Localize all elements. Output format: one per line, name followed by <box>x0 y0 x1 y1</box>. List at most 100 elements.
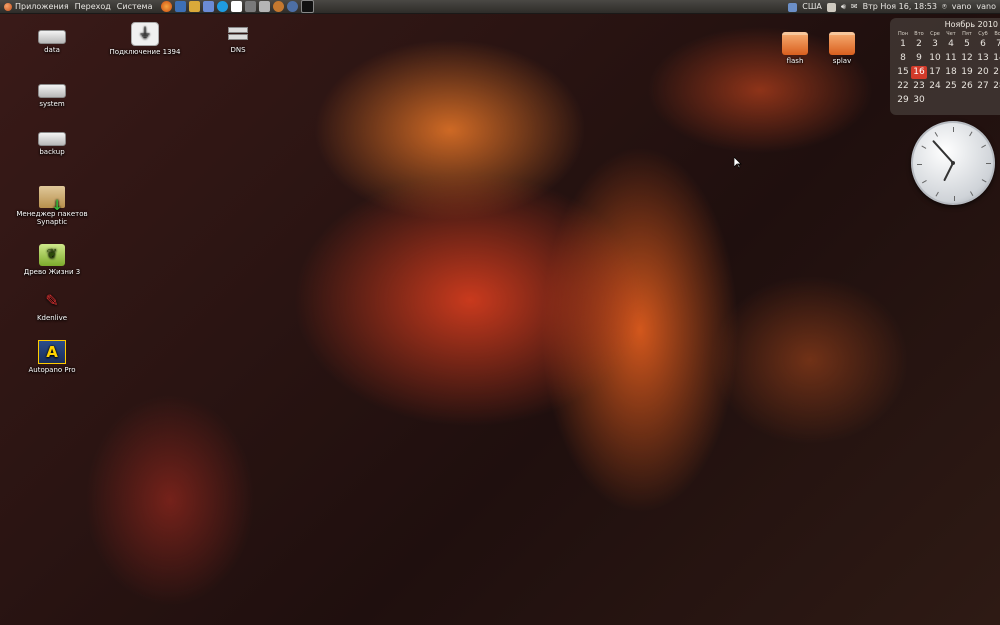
menu-system[interactable]: Система <box>114 0 156 14</box>
calendar-weekday: Пят <box>962 31 972 37</box>
calendar-day[interactable]: 12 <box>959 52 975 65</box>
display-icon[interactable] <box>788 2 798 12</box>
calendar-day[interactable]: 24 <box>927 80 943 93</box>
terminal-icon[interactable] <box>301 0 315 13</box>
ubuntu-logo-icon <box>4 2 12 11</box>
calendar-day[interactable]: 2 <box>911 38 927 51</box>
desktop-icon-label: DNS <box>230 46 246 54</box>
desktop-icon-label: Autopano Pro <box>28 366 76 374</box>
family-tree-icon: ❦ <box>39 244 65 266</box>
calendar-day[interactable]: 5 <box>959 38 975 51</box>
autopano-icon: A <box>38 340 66 364</box>
keyboard-layout[interactable]: США <box>802 0 822 14</box>
desktop-icon-label: splav <box>832 57 852 65</box>
calendar-day[interactable]: 23 <box>911 80 927 93</box>
calendar-day-today[interactable]: 16 <box>911 66 927 79</box>
panel-launchers <box>161 0 315 13</box>
calendar-day[interactable]: 19 <box>959 66 975 79</box>
user-name[interactable]: vano <box>952 0 972 14</box>
skype-icon[interactable] <box>217 1 229 12</box>
calendar-day[interactable]: 21 <box>991 66 1000 79</box>
calendar-day[interactable]: 27 <box>975 80 991 93</box>
clock-widget <box>911 121 995 205</box>
calendar-day[interactable]: 26 <box>959 80 975 93</box>
clock-tick <box>934 131 938 137</box>
calendar-day[interactable]: 13 <box>975 52 991 65</box>
desktop-icon-label: system <box>39 100 65 108</box>
desktop-icon-synaptic[interactable]: Менеджер пакетов Synaptic <box>15 186 89 226</box>
top-panel: Приложения Переход Система США 🔊︎ ✉ Втр … <box>0 0 1000 14</box>
clock-tick <box>981 144 987 148</box>
calendar-day[interactable]: 25 <box>943 80 959 93</box>
folder-icon <box>829 32 855 55</box>
host-name[interactable]: vano <box>976 0 996 14</box>
calendar-day[interactable]: 11 <box>943 52 959 65</box>
desktop-icon-splav[interactable]: splav <box>805 32 879 65</box>
desktop-icon-label: Kdenlive <box>36 314 68 322</box>
clock-tick <box>954 196 955 201</box>
document-icon[interactable] <box>231 1 243 12</box>
desktop-icon-backup[interactable]: backup <box>15 126 89 156</box>
calendar-day[interactable]: 6 <box>975 38 991 51</box>
screenshot-icon[interactable] <box>259 1 271 12</box>
calendar-day[interactable]: 28 <box>991 80 1000 93</box>
menu-places[interactable]: Переход <box>72 0 114 14</box>
desktop-icon-family-tree[interactable]: ❦ Древо Жизни 3 <box>15 244 89 276</box>
clock-tick <box>970 191 974 197</box>
clock-tick <box>921 145 927 149</box>
calendar-day[interactable]: 17 <box>927 66 943 79</box>
desktop-icon-system[interactable]: system <box>15 78 89 108</box>
drive-icon <box>38 30 66 44</box>
clock-tick <box>953 127 954 132</box>
calendar-day[interactable]: 1 <box>895 38 911 51</box>
editor-icon[interactable] <box>203 1 215 12</box>
menu-applications[interactable]: Приложения <box>0 0 72 14</box>
desktop-icon-label: Древо Жизни 3 <box>23 268 81 276</box>
thunderbird-icon[interactable] <box>175 1 187 12</box>
calendar-day[interactable]: 4 <box>943 38 959 51</box>
package-manager-icon <box>39 186 65 210</box>
calendar-day[interactable]: 30 <box>911 94 927 107</box>
desktop-icon-autopano[interactable]: A Autopano Pro <box>15 340 89 374</box>
calendar-day[interactable]: 20 <box>975 66 991 79</box>
mouse-cursor-icon <box>734 157 742 169</box>
calendar-day[interactable]: 8 <box>895 52 911 65</box>
calendar-day[interactable]: 15 <box>895 66 911 79</box>
desktop-icon-data[interactable]: data <box>15 24 89 54</box>
clock-minute-hand <box>932 140 954 164</box>
drive-icon <box>38 84 66 98</box>
desktop-icon-label: data <box>44 46 60 54</box>
calendar-widget: Ноябрь 2010 ПонВтоСреЧетПятСубВос1234567… <box>890 18 1000 115</box>
clock-datetime[interactable]: Втр Ноя 16, 18:53 <box>863 0 937 14</box>
calendar-grid: ПонВтоСреЧетПятСубВос1234567891011121314… <box>895 31 1000 107</box>
settings-icon[interactable] <box>245 1 257 12</box>
clock-hour-hand <box>943 162 954 182</box>
menu-system-label: Система <box>116 1 153 11</box>
desktop-icon-label: Подключение 1394 <box>109 48 181 56</box>
firefox-icon[interactable] <box>161 1 173 12</box>
calendar-day[interactable]: 10 <box>927 52 943 65</box>
network-status-icon[interactable] <box>826 2 836 12</box>
desktop-icon-kdenlive[interactable]: ✎ Kdenlive <box>15 290 89 323</box>
network-icon[interactable] <box>273 1 285 12</box>
calendar-day[interactable]: 3 <box>927 38 943 51</box>
notes-icon[interactable] <box>189 1 201 12</box>
globe-icon[interactable] <box>287 1 299 12</box>
desktop-icon-dns[interactable]: DNS <box>201 22 275 54</box>
server-icon <box>225 22 251 44</box>
calendar-day[interactable]: 14 <box>991 52 1000 65</box>
mail-icon[interactable]: ✉ <box>851 0 858 14</box>
system-tray: США 🔊︎ ✉ Втр Ноя 16, 18:53 ⍟ vano vano <box>788 0 1000 14</box>
calendar-day[interactable]: 7 <box>991 38 1000 51</box>
calendar-weekday: Вос <box>994 31 1000 37</box>
clock-tick <box>921 180 927 184</box>
calendar-day[interactable]: 18 <box>943 66 959 79</box>
menu-places-label: Переход <box>74 1 111 11</box>
calendar-day[interactable]: 9 <box>911 52 927 65</box>
calendar-day[interactable]: 29 <box>895 94 911 107</box>
calendar-day[interactable]: 22 <box>895 80 911 93</box>
desktop-icon-firewire[interactable]: ⏚ Подключение 1394 <box>108 22 182 56</box>
volume-icon[interactable]: 🔊︎ <box>841 0 846 14</box>
drive-icon <box>38 132 66 146</box>
calendar-weekday: Суб <box>978 31 988 37</box>
